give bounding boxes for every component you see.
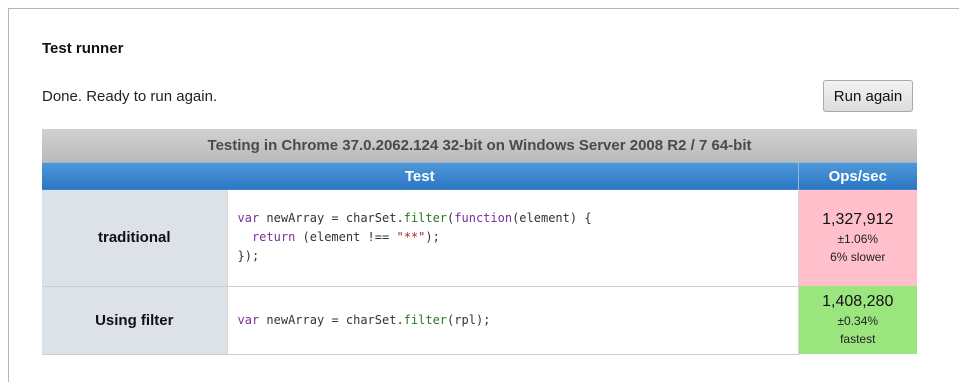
code-line: }); (237, 249, 260, 264)
code-line: var newArray = charSet.filter(rpl); (237, 312, 491, 327)
column-header-ops: Ops/sec (797, 161, 918, 190)
ops-error-margin: ±1.06% (837, 232, 879, 246)
ops-value: 1,327,912 (822, 211, 894, 228)
ops-value: 1,408,280 (822, 293, 894, 310)
table-row: traditional var newArray = charSet.filte… (42, 190, 918, 287)
ops-result: 1,327,912 ±1.06% 6% slower (797, 190, 918, 286)
code-line: var newArray = charSet.filter(function(e… (237, 211, 592, 226)
table-row: Using filter var newArray = charSet.filt… (42, 286, 918, 355)
ops-error-margin: ±0.34% (837, 314, 879, 328)
results-table: Testing in Chrome 37.0.2062.124 32-bit o… (42, 129, 918, 355)
run-again-button[interactable]: Run again (823, 80, 913, 112)
results-caption: Testing in Chrome 37.0.2062.124 32-bit o… (42, 129, 918, 162)
test-code: var newArray = charSet.filter(rpl); (226, 286, 798, 355)
code-line: return (element !== "**"); (251, 230, 440, 245)
column-header-test: Test (42, 161, 798, 190)
test-name: traditional (42, 190, 227, 287)
ops-rank: fastest (840, 332, 876, 346)
code-block: var newArray = charSet.filter(rpl); (238, 311, 798, 330)
ops-result: 1,408,280 ±0.34% fastest (797, 286, 918, 354)
status-text: Done. Ready to run again. (42, 88, 218, 105)
test-code: var newArray = charSet.filter(function(e… (226, 190, 798, 287)
ops-rank: 6% slower (830, 250, 886, 264)
section-heading: Test runner (42, 40, 124, 57)
code-block: var newArray = charSet.filter(function(e… (238, 209, 798, 266)
test-name: Using filter (42, 286, 227, 355)
